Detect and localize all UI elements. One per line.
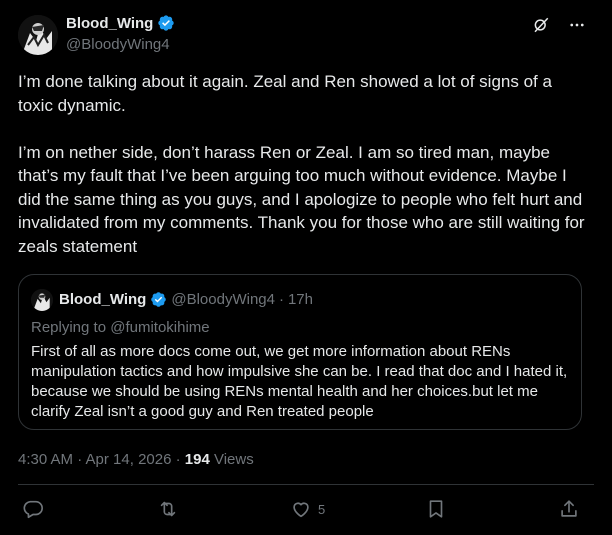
verified-badge-icon [150,291,167,308]
verified-badge-icon [157,14,175,32]
quoted-avatar [31,289,53,311]
replying-mention: @fumitokihime [110,319,210,336]
post-text: I’m done talking about it again. Zeal an… [18,72,585,256]
reply-button[interactable] [22,498,44,520]
share-button[interactable] [558,498,580,520]
like-button[interactable]: 5 [290,498,325,520]
quoted-separator: · [278,291,284,308]
action-bar: 5 [0,498,612,526]
avatar[interactable] [18,15,58,55]
tweet: Blood_Wing @BloodyWing4 I’m done talking… [0,0,612,535]
quoted-display-name: Blood_Wing [59,291,147,308]
more-icon[interactable] [568,16,586,34]
bookmark-icon [425,498,447,520]
author-display-name[interactable]: Blood_Wing [66,15,153,32]
author-handle[interactable]: @BloodyWing4 [66,36,170,53]
quoted-text: First of all as more docs come out, we g… [31,343,568,420]
views-count: 194 [184,451,210,468]
replying-prefix: Replying to [31,319,107,336]
quoted-handle: @BloodyWing4 [171,291,275,308]
quoted-time: 17h [287,291,313,308]
quoted-replying-to: Replying to @fumitokihime [31,319,210,336]
post-meta: 4:30 AM · Apr 14, 2026 · 194 Views [18,451,254,468]
share-icon [558,498,580,520]
like-count: 5 [318,501,326,517]
quoted-header: Blood_Wing @BloodyWing4 · 17h [59,291,313,308]
grok-icon[interactable] [532,16,550,34]
like-icon [290,498,312,520]
author-name-row: Blood_Wing [66,14,175,32]
repost-icon [157,498,179,520]
divider [18,484,594,485]
quoted-post[interactable]: Blood_Wing @BloodyWing4 · 17h Replying t… [18,274,582,430]
views-label: Views [209,451,254,468]
repost-button[interactable] [157,498,179,520]
bookmark-button[interactable] [425,498,447,520]
top-actions [532,16,586,34]
reply-icon [22,498,44,520]
post-timestamp[interactable]: 4:30 AM · Apr 14, 2026 · [18,451,185,468]
